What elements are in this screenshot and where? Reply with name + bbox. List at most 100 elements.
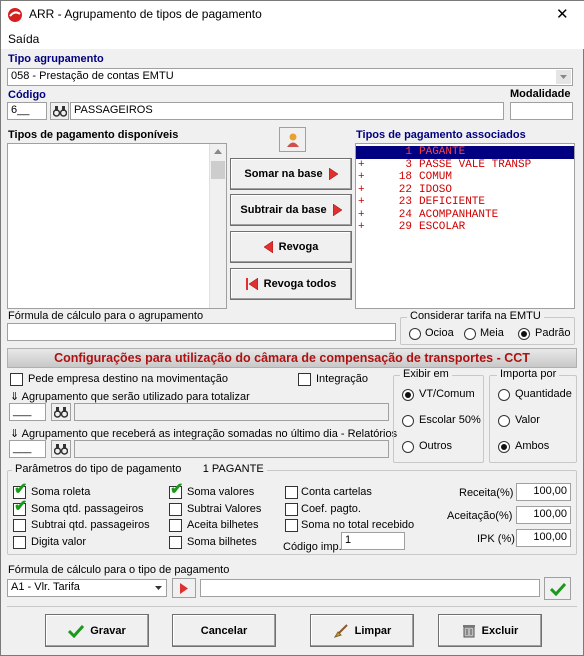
parametro-checkbox[interactable] — [285, 502, 298, 516]
tarifa-padrao-radio[interactable] — [518, 328, 530, 340]
parametro-checkbox[interactable] — [169, 535, 182, 549]
close-icon[interactable]: ✕ — [556, 5, 569, 23]
revoga-todos-button[interactable]: Revoga todos — [230, 268, 352, 300]
parametro-label: Subtrai qtd. passageiros — [31, 519, 150, 531]
chevron-down-icon[interactable] — [556, 70, 571, 84]
ipk-input[interactable]: 100,00 — [516, 529, 571, 547]
chevron-down-icon[interactable] — [151, 581, 165, 595]
tarifa-ocioa-radio[interactable] — [409, 328, 421, 340]
binoculars-icon[interactable] — [50, 102, 69, 120]
main-window: ARR - Agrupamento de tipos de pagamento … — [0, 0, 584, 656]
importa-quantidade-label: Quantidade — [515, 388, 572, 400]
formula-tipo-label: Fórmula de cálculo para o tipo de pagame… — [8, 564, 230, 576]
associados-list[interactable]: 1 PAGANTE +3 PASSE VALE TRANSP +18 COMUM +22 ID… — [355, 143, 575, 309]
modalidade-input[interactable] — [510, 102, 573, 120]
exibir-vtcomum-radio[interactable] — [402, 389, 414, 401]
agrup-integracao-code[interactable]: ___ — [9, 440, 46, 458]
binoculars-icon[interactable] — [51, 440, 71, 458]
parametro-checkbox[interactable] — [169, 502, 182, 516]
excluir-button[interactable]: Excluir — [438, 614, 542, 647]
limpar-button[interactable]: Limpar — [310, 614, 414, 647]
agrup-totalizar-text: Agrupamento que serão utilizado para tot… — [21, 391, 250, 403]
tipo-agrupamento-select[interactable]: 058 - Prestação de contas EMTU — [7, 68, 573, 86]
associado-name: IDOSO — [419, 183, 453, 196]
considerar-tarifa-label: Considerar tarifa na EMTU — [407, 310, 544, 322]
importa-quantidade-radio[interactable] — [498, 389, 510, 401]
associado-row[interactable]: +29 ESCOLAR — [356, 221, 574, 234]
arrow-right-icon — [328, 168, 338, 180]
associado-prefix: + — [358, 221, 365, 233]
codigo-imp-input[interactable]: 1 — [341, 532, 405, 550]
codigo-input[interactable]: 6__ — [7, 102, 47, 120]
formula-tipo-select[interactable]: A1 - Vlr. Tarifa — [7, 579, 167, 597]
agrup-totalizar-label: ⇓ Agrupamento que serão utilizado para t… — [10, 391, 250, 403]
receita-label: Receita(%) — [459, 487, 514, 499]
ipk-label: IPK (%) — [477, 533, 515, 545]
cct-header: Configurações para utilização do câmara … — [7, 348, 577, 368]
scrollbar-thumb[interactable] — [211, 161, 225, 179]
arrow-right-icon — [332, 204, 342, 216]
associado-code: 1 — [405, 146, 412, 158]
tarifa-meia-label: Meia — [480, 327, 504, 339]
parametro-checkbox[interactable] — [285, 519, 298, 532]
associado-name: COMUM — [419, 171, 453, 183]
subtrair-label: Subtrair da base — [240, 204, 327, 216]
title-bar: ARR - Agrupamento de tipos de pagamento … — [1, 1, 584, 29]
somar-base-button[interactable]: Somar na base — [230, 158, 352, 190]
receita-input[interactable]: 100,00 — [516, 483, 571, 501]
parametro-checkbox[interactable]: ✔ — [13, 498, 27, 516]
associado-row[interactable]: +23 DEFICIENTE — [356, 196, 574, 209]
parametro-checkbox[interactable] — [169, 519, 182, 532]
associado-code: 29 — [398, 221, 412, 233]
disponiveis-scrollbar[interactable] — [209, 144, 226, 308]
tipo-agrupamento-label: Tipo agrupamento — [8, 53, 104, 65]
associado-row[interactable]: 1 PAGANTE — [356, 146, 574, 159]
associado-code: 22 — [398, 183, 412, 196]
agrup-integracao-desc — [74, 440, 389, 458]
integracao-checkbox[interactable] — [298, 373, 311, 386]
exibir-outros-label: Outros — [419, 440, 453, 452]
pede-empresa-checkbox[interactable] — [10, 373, 23, 386]
agrup-totalizar-code[interactable]: ___ — [9, 403, 46, 421]
importa-valor-radio[interactable] — [498, 415, 510, 427]
formula-agrupamento-input[interactable] — [7, 323, 396, 341]
parametro-checkbox[interactable] — [285, 486, 298, 499]
importa-valor-label: Valor — [515, 414, 540, 426]
parametro-checkbox[interactable] — [13, 519, 26, 532]
associado-code: 3 — [405, 158, 412, 171]
associado-prefix: + — [358, 183, 365, 196]
people-icon — [286, 133, 299, 147]
parametro-checkbox[interactable] — [13, 535, 26, 549]
parametro-checkbox[interactable]: ✔ — [169, 482, 183, 499]
associado-row[interactable]: +3 PASSE VALE TRANSP — [356, 159, 574, 172]
parametro-label: Soma valores — [187, 486, 255, 498]
associado-row[interactable]: +18 COMUM — [356, 171, 574, 184]
tarifa-meia-radio[interactable] — [464, 328, 476, 340]
limpar-label: Limpar — [354, 624, 392, 637]
cancelar-button[interactable]: Cancelar — [172, 614, 276, 647]
importa-ambos-radio[interactable] — [498, 441, 510, 453]
formula-tipo-input[interactable] — [200, 579, 540, 597]
binoculars-icon[interactable] — [51, 403, 71, 421]
associado-row[interactable]: +22 IDOSO — [356, 184, 574, 197]
subtrair-base-button[interactable]: Subtrair da base — [230, 194, 352, 226]
revoga-button[interactable]: Revoga — [230, 231, 352, 263]
menu-saida[interactable]: Saída — [8, 32, 39, 46]
insert-formula-button[interactable] — [172, 578, 196, 598]
descricao-input[interactable]: PASSAGEIROS — [70, 102, 504, 120]
disponiveis-list[interactable] — [7, 143, 227, 309]
user-group-icon-button[interactable] — [279, 127, 306, 152]
codigo-label: Código — [8, 89, 46, 101]
associado-name: PASSE VALE TRANSP — [419, 158, 532, 171]
scroll-up-icon[interactable] — [214, 149, 222, 154]
checkmark-icon — [68, 624, 85, 638]
aceitacao-input[interactable]: 100,00 — [516, 506, 571, 524]
parametro-label: Soma qtd. passageiros — [31, 502, 144, 515]
gravar-button[interactable]: Gravar — [45, 614, 149, 647]
confirm-formula-button[interactable] — [544, 577, 571, 600]
exibir-escolar-radio[interactable] — [402, 415, 414, 427]
associado-row[interactable]: +24 ACOMPANHANTE — [356, 209, 574, 222]
trash-icon — [462, 625, 475, 638]
codigo-imp-label: Código imp. — [283, 541, 342, 553]
exibir-outros-radio[interactable] — [402, 441, 414, 453]
